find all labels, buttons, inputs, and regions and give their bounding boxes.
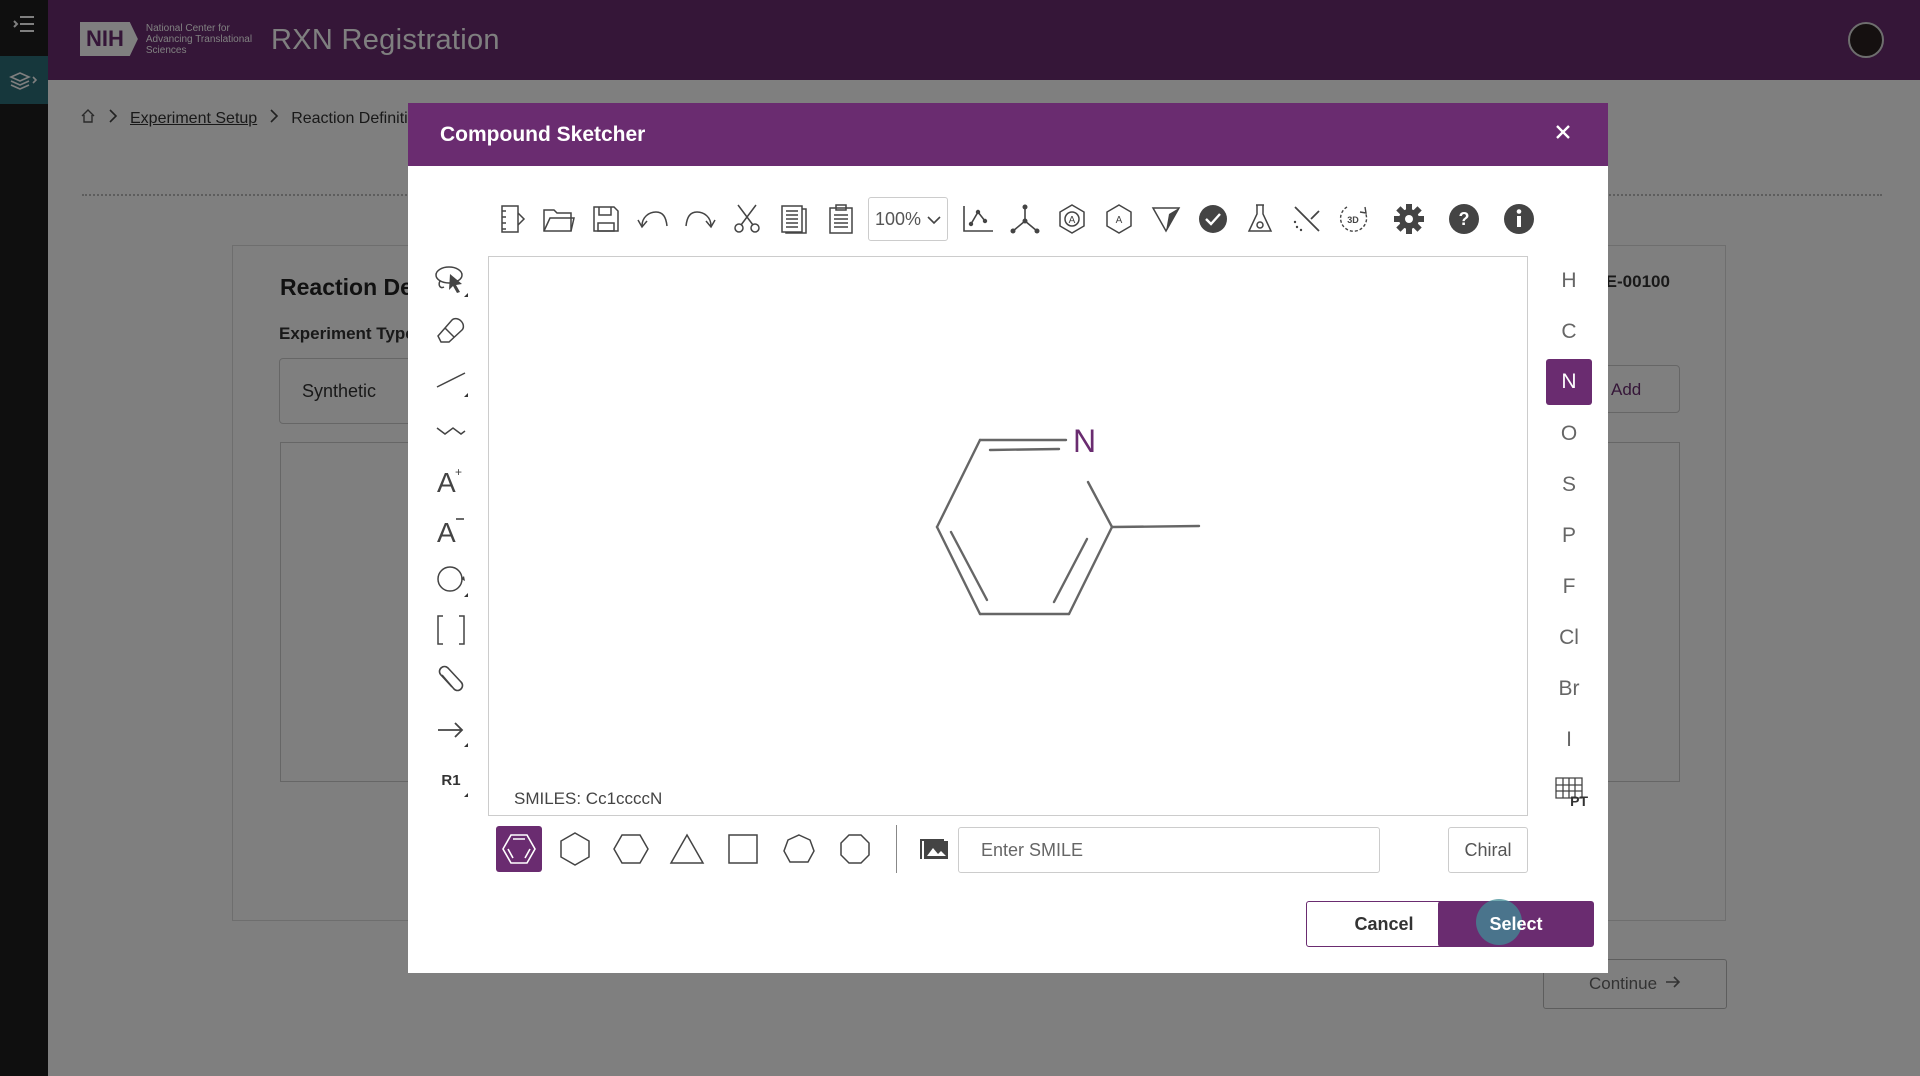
align-icon[interactable]: [958, 197, 998, 241]
undo-icon[interactable]: [633, 197, 673, 241]
layout-icon[interactable]: [1005, 197, 1045, 241]
molecule-structure: N: [935, 423, 1201, 616]
brackets-icon[interactable]: [428, 605, 474, 655]
dialog-header: Compound Sketcher: [408, 103, 1608, 166]
cyclopentane-template-icon[interactable]: [608, 826, 654, 872]
select-button[interactable]: Select: [1438, 899, 1594, 947]
check-structure-icon[interactable]: [1193, 197, 1233, 241]
cut-icon[interactable]: [727, 197, 767, 241]
element-o[interactable]: O: [1546, 408, 1592, 459]
sketch-canvas[interactable]: N SMILES: Cc1ccccN: [488, 256, 1528, 816]
attachment-icon[interactable]: [428, 655, 474, 705]
new-document-icon[interactable]: [492, 197, 532, 241]
svg-text:A: A: [437, 467, 456, 496]
chiral-button[interactable]: Chiral: [1448, 827, 1528, 873]
eraser-icon[interactable]: [428, 305, 474, 355]
element-c[interactable]: C: [1546, 306, 1592, 357]
svg-text:A: A: [1116, 215, 1123, 226]
open-folder-icon[interactable]: [539, 197, 579, 241]
element-br[interactable]: Br: [1546, 663, 1592, 714]
element-cl[interactable]: Cl: [1546, 612, 1592, 663]
element-f[interactable]: F: [1546, 561, 1592, 612]
info-icon[interactable]: [1499, 197, 1539, 241]
left-toolbar: A + A R1: [428, 255, 474, 805]
help-icon[interactable]: ?: [1444, 197, 1484, 241]
cyclohexane-template-icon[interactable]: [552, 826, 598, 872]
aromatize-icon[interactable]: A: [1052, 197, 1092, 241]
cyclooctane-template-icon[interactable]: [832, 826, 878, 872]
svg-text:3D: 3D: [1347, 215, 1359, 225]
reaction-arrow-icon[interactable]: [428, 705, 474, 755]
dialog-title: Compound Sketcher: [440, 123, 646, 146]
paste-icon[interactable]: [821, 197, 861, 241]
insert-image-icon[interactable]: [911, 826, 957, 872]
redo-icon[interactable]: [680, 197, 720, 241]
periodic-table-label: PT: [1570, 793, 1588, 809]
single-bond-icon[interactable]: [428, 355, 474, 405]
svg-text:+: +: [455, 465, 462, 479]
periodic-table-button[interactable]: PT: [1546, 765, 1592, 817]
zoom-value: 100%: [874, 208, 922, 229]
clean-icon[interactable]: [1287, 197, 1327, 241]
compound-sketcher-dialog: Compound Sketcher 100% A A 3D ? A + A R1…: [408, 103, 1608, 973]
element-palette: H C N O S P F Cl Br I PT: [1546, 255, 1592, 817]
stereo-icon[interactable]: [1146, 197, 1186, 241]
close-icon[interactable]: [1548, 117, 1578, 147]
sketcher-toolbar: 100% A A 3D ?: [492, 195, 1546, 243]
chain-icon[interactable]: [428, 405, 474, 455]
copy-icon[interactable]: [774, 197, 814, 241]
save-icon[interactable]: [586, 197, 626, 241]
nitrogen-atom-label: N: [1073, 423, 1096, 459]
svg-text:?: ?: [1459, 209, 1470, 229]
lasso-select-icon[interactable]: [428, 255, 474, 305]
element-i[interactable]: I: [1546, 714, 1592, 765]
cycloheptane-template-icon[interactable]: [776, 826, 822, 872]
cyclopropane-template-icon[interactable]: [664, 826, 710, 872]
zoom-select[interactable]: 100%: [868, 197, 948, 241]
smiles-readout: SMILES: Cc1ccccN: [514, 789, 663, 808]
element-n[interactable]: N: [1546, 359, 1592, 405]
r-group-tool[interactable]: R1: [428, 755, 474, 805]
template-toolbar: [496, 825, 967, 873]
ring-tool-icon[interactable]: [428, 555, 474, 605]
r-group-label: R1: [441, 771, 461, 789]
svg-text:A: A: [1069, 215, 1076, 226]
svg-text:A: A: [437, 517, 456, 546]
charge-minus-icon[interactable]: A: [428, 505, 474, 555]
gear-icon[interactable]: [1389, 197, 1429, 241]
benzene-template-icon[interactable]: [496, 826, 542, 872]
toolbar-divider: [896, 825, 897, 873]
3d-view-icon[interactable]: 3D: [1334, 197, 1374, 241]
element-p[interactable]: P: [1546, 510, 1592, 561]
select-button-label: Select: [1489, 913, 1543, 934]
element-s[interactable]: S: [1546, 459, 1592, 510]
element-h[interactable]: H: [1546, 255, 1592, 306]
calculate-icon[interactable]: [1240, 197, 1280, 241]
dearomatize-icon[interactable]: A: [1099, 197, 1139, 241]
charge-plus-icon[interactable]: A +: [428, 455, 474, 505]
smiles-input[interactable]: [958, 827, 1380, 873]
cyclobutane-template-icon[interactable]: [720, 826, 766, 872]
chevron-down-icon: [927, 209, 941, 230]
